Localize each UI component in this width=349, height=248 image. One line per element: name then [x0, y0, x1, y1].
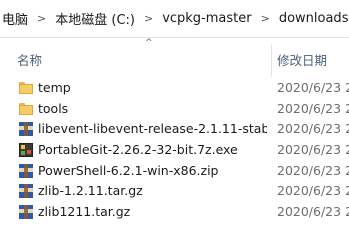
file-date: 2020/6/23 2	[277, 80, 349, 95]
file-date: 2020/6/23 2	[277, 204, 349, 220]
file-date: 2020/6/23 2	[277, 121, 349, 137]
git-installer-icon	[18, 142, 34, 158]
address-bar[interactable]: 电脑 > 本地磁盘 (C:) > vcpkg-master > download…	[0, 0, 349, 38]
column-divider[interactable]	[271, 44, 272, 77]
file-name: tools	[38, 100, 69, 116]
chevron-right-icon[interactable]: >	[137, 12, 160, 25]
breadcrumb-this-pc[interactable]: 电脑	[0, 9, 30, 28]
file-name: zlib-1.2.11.tar.gz	[38, 183, 143, 199]
file-date: 2020/6/23 2	[277, 142, 349, 158]
file-date: 2020/6/23 2	[277, 162, 349, 178]
column-header-name[interactable]: 名称	[17, 50, 42, 69]
column-header-date-modified[interactable]: 修改日期	[277, 50, 327, 69]
file-name: libevent-libevent-release-2.1.11-stable.…	[38, 121, 267, 137]
file-name: PowerShell-6.2.1-win-x86.zip	[38, 162, 219, 178]
folder-icon	[18, 80, 34, 95]
file-name: temp	[38, 80, 71, 95]
file-list: temp 2020/6/23 2 tools 2020/6/23 2 libev…	[0, 77, 349, 222]
archive-icon	[18, 183, 34, 199]
folder-icon	[18, 101, 34, 116]
file-row-powershell[interactable]: PowerShell-6.2.1-win-x86.zip 2020/6/23 2	[0, 160, 349, 181]
file-name: zlib1211.tar.gz	[38, 204, 131, 220]
sort-ascending-icon: ^	[145, 38, 153, 48]
file-name: PortableGit-2.26.2-32-bit.7z.exe	[38, 142, 238, 158]
breadcrumb-local-disk[interactable]: 本地磁盘 (C:)	[53, 9, 137, 28]
file-row-temp[interactable]: temp 2020/6/23 2	[0, 77, 349, 98]
breadcrumb-vcpkg-master[interactable]: vcpkg-master	[160, 11, 253, 26]
archive-icon	[18, 204, 34, 220]
file-row-zlib-1-2-11[interactable]: zlib-1.2.11.tar.gz 2020/6/23 2	[0, 180, 349, 201]
archive-icon	[18, 163, 34, 178]
archive-icon	[18, 121, 34, 137]
file-date: 2020/6/23 2	[277, 100, 349, 116]
chevron-right-icon[interactable]: >	[30, 12, 53, 25]
column-header-row: ^ 名称 修改日期	[0, 37, 349, 77]
chevron-right-icon[interactable]: >	[254, 12, 277, 25]
file-row-tools[interactable]: tools 2020/6/23 2	[0, 98, 349, 119]
file-row-libevent[interactable]: libevent-libevent-release-2.1.11-stable.…	[0, 118, 349, 139]
file-date: 2020/6/23 2	[277, 183, 349, 199]
file-row-portablegit[interactable]: PortableGit-2.26.2-32-bit.7z.exe 2020/6/…	[0, 139, 349, 160]
file-row-zlib1211[interactable]: zlib1211.tar.gz 2020/6/23 2	[0, 201, 349, 222]
breadcrumb-downloads[interactable]: downloads	[277, 11, 349, 26]
